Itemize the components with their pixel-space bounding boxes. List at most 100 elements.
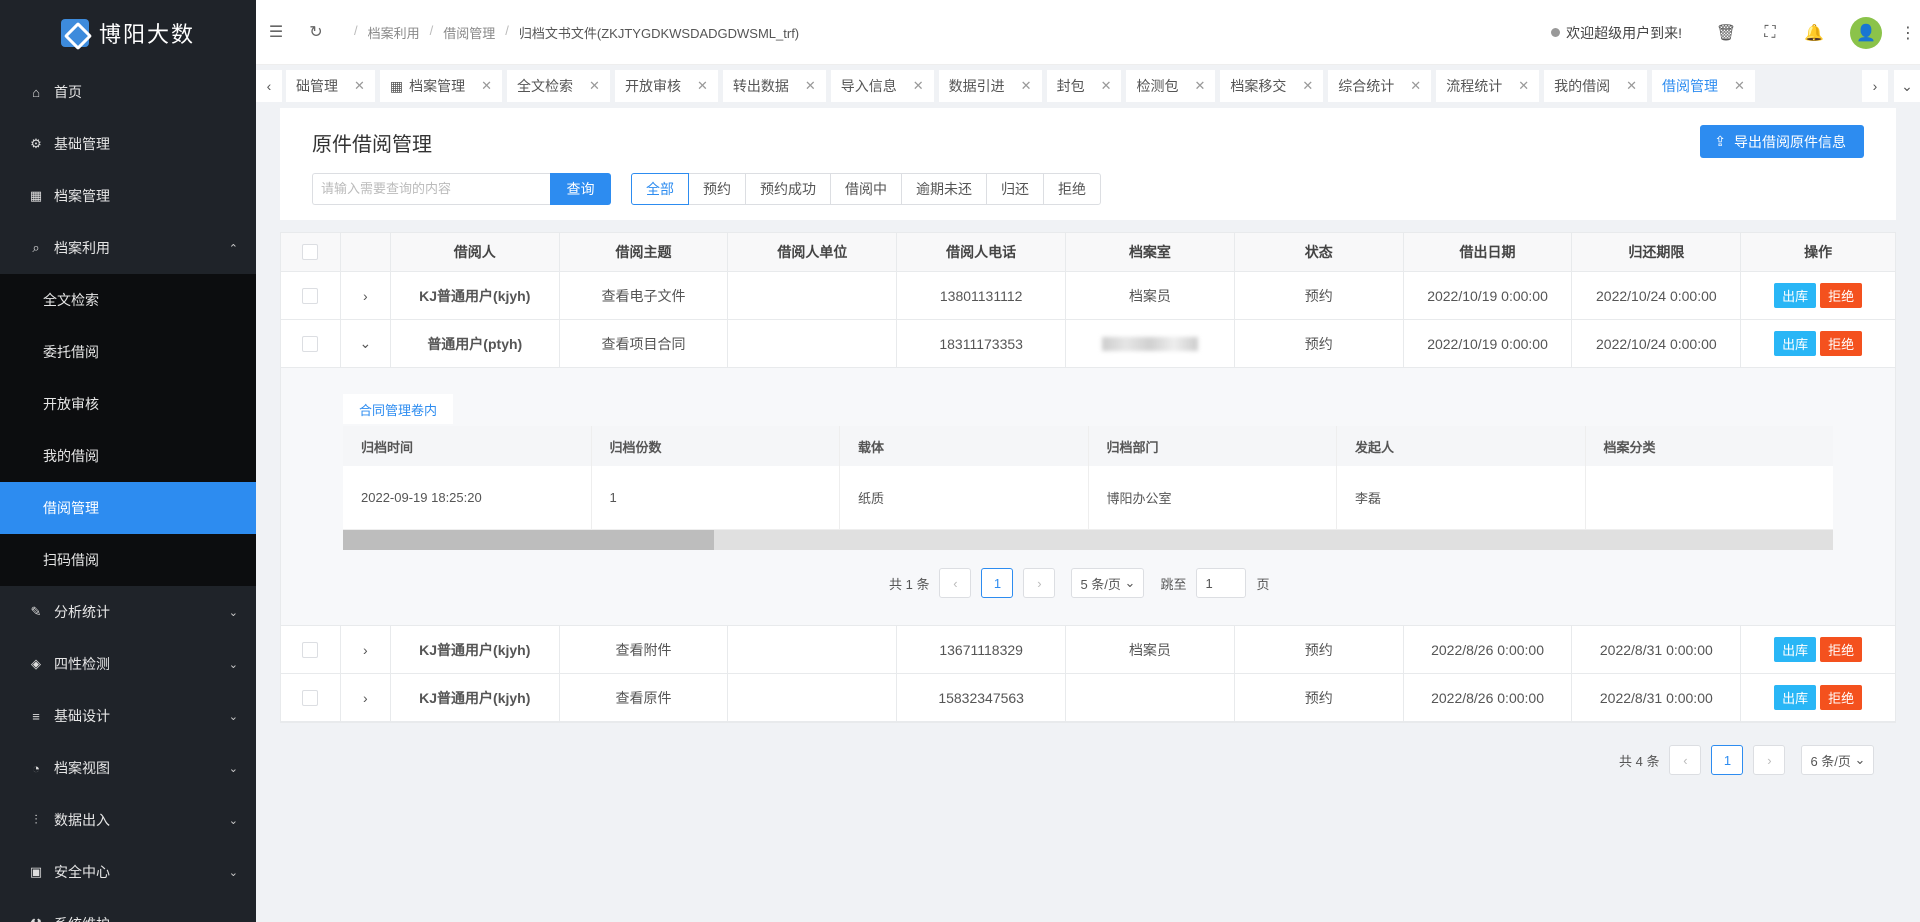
tab-3[interactable]: 开放审核 ✕ (614, 70, 718, 102)
chevron-right-icon[interactable]: › (341, 272, 391, 319)
horizontal-scrollbar[interactable] (343, 530, 1833, 550)
page-number[interactable]: 1 (981, 568, 1014, 598)
sidebar-item-5[interactable]: ◈ 四性检测 ⌄ (0, 638, 256, 690)
tab-5[interactable]: 导入信息 ✕ (830, 70, 934, 102)
breadcrumb-item[interactable]: 借阅管理 (443, 23, 495, 42)
row-checkbox[interactable] (302, 287, 319, 304)
sidebar-subitem-2[interactable]: 开放审核 (0, 378, 256, 430)
sidebar-item-3[interactable]: ⌕ 档案利用 ⌃ (0, 222, 256, 274)
sidebar-item-1[interactable]: ⚙ 基础管理 (0, 118, 256, 170)
fullscreen-icon[interactable]: ⛶ (1748, 24, 1792, 42)
jump-page-input[interactable]: 1 (1196, 568, 1247, 598)
tab-10[interactable]: 综合统计 ✕ (1328, 70, 1432, 102)
close-icon[interactable]: ✕ (1021, 78, 1032, 94)
filter-button[interactable]: 归还 (986, 173, 1044, 205)
bell-icon[interactable]: 🔔 (1792, 23, 1836, 43)
filter-button[interactable]: 拒绝 (1043, 173, 1101, 205)
tab-7[interactable]: 封包 ✕ (1046, 70, 1122, 102)
sidebar-subitem-4[interactable]: 借阅管理 (0, 482, 256, 534)
tabs-scroll-left-icon[interactable]: ‹ (256, 70, 282, 102)
menu-collapse-icon[interactable]: ☰ (256, 22, 296, 42)
filter-button[interactable]: 逾期未还 (901, 173, 987, 205)
next-page-button[interactable]: › (1023, 568, 1056, 598)
refresh-icon[interactable]: ↻ (296, 22, 336, 42)
trash-icon[interactable]: 🗑 (1704, 23, 1748, 43)
tabs-menu-chevron-icon[interactable]: ⌄ (1894, 70, 1920, 102)
prev-page-button[interactable]: ‹ (1669, 745, 1702, 775)
sidebar-item-10[interactable]: ⚒系统维护⌄ (0, 898, 256, 922)
sidebar-subitem-3[interactable]: 我的借阅 (0, 430, 256, 482)
sidebar-item-0[interactable]: ⌂ 首页 (0, 66, 256, 118)
export-button[interactable]: ⇪ 导出借阅原件信息 (1700, 125, 1864, 158)
sidebar-item-2[interactable]: ▦ 档案管理 (0, 170, 256, 222)
close-icon[interactable]: ✕ (1410, 78, 1421, 94)
breadcrumb-item[interactable]: 档案利用 (368, 23, 420, 42)
search-input[interactable]: 请输入需要查询的内容 (312, 173, 550, 205)
sidebar-subitem-0[interactable]: 全文检索 (0, 274, 256, 326)
tabs-scroll-right-icon[interactable]: › (1862, 70, 1888, 102)
table-row[interactable]: › KJ普通用户(kjyh) 查看原件 15832347563 预约 2022/… (281, 674, 1895, 722)
checkout-button[interactable]: 出库 (1774, 283, 1817, 308)
prev-page-button[interactable]: ‹ (939, 568, 972, 598)
checkout-button[interactable]: 出库 (1774, 331, 1817, 356)
tab-2[interactable]: 全文检索 ✕ (507, 70, 610, 102)
reject-button[interactable]: 拒绝 (1820, 637, 1863, 662)
chevron-right-icon[interactable]: › (341, 626, 391, 673)
sidebar-item-9[interactable]: ▣ 安全中心 ⌄ (0, 846, 256, 898)
select-all-checkbox[interactable] (302, 244, 319, 260)
tab-9[interactable]: 档案移交 ✕ (1220, 70, 1324, 102)
tab-12[interactable]: 我的借阅 ✕ (1544, 70, 1648, 102)
row-checkbox[interactable] (302, 335, 319, 352)
chevron-down-icon[interactable]: ⌄ (341, 320, 391, 367)
close-icon[interactable]: ✕ (481, 78, 492, 94)
reject-button[interactable]: 拒绝 (1820, 283, 1863, 308)
table-row[interactable]: › KJ普通用户(kjyh) 查看电子文件 13801131112 档案员 预约… (281, 272, 1895, 320)
checkout-button[interactable]: 出库 (1774, 637, 1817, 662)
tab-13[interactable]: 借阅管理 ✕ (1652, 70, 1755, 102)
page-size-select[interactable]: 5 条/页 ⌄ (1071, 568, 1145, 598)
close-icon[interactable]: ✕ (1194, 78, 1205, 94)
close-icon[interactable]: ✕ (697, 78, 708, 94)
close-icon[interactable]: ✕ (1302, 78, 1313, 94)
close-icon[interactable]: ✕ (805, 78, 816, 94)
row-checkbox[interactable] (302, 641, 319, 658)
close-icon[interactable]: ✕ (913, 78, 924, 94)
avatar[interactable]: 👤 (1850, 16, 1882, 49)
filter-button[interactable]: 全部 (631, 173, 689, 205)
page-size-select[interactable]: 6 条/页 ⌄ (1801, 745, 1875, 775)
tab-11[interactable]: 流程统计 ✕ (1436, 70, 1540, 102)
sidebar-item-8[interactable]: ⫶ 数据出入 ⌄ (0, 794, 256, 846)
sidebar-subitem-1[interactable]: 委托借阅 (0, 326, 256, 378)
filter-button[interactable]: 借阅中 (830, 173, 902, 205)
tab-4[interactable]: 转出数据 ✕ (722, 70, 826, 102)
table-row[interactable]: › KJ普通用户(kjyh) 查看附件 13671118329 档案员 预约 2… (281, 626, 1895, 674)
close-icon[interactable]: ✕ (1518, 78, 1529, 94)
tab-6[interactable]: 数据引进 ✕ (938, 70, 1042, 102)
page-number[interactable]: 1 (1711, 745, 1744, 775)
filter-button[interactable]: 预约 (688, 173, 746, 205)
tab-1[interactable]: ▦ 档案管理 ✕ (379, 70, 503, 102)
sidebar-item-4[interactable]: ✎ 分析统计 ⌄ (0, 586, 256, 638)
close-icon[interactable]: ✕ (1101, 78, 1112, 94)
next-page-button[interactable]: › (1753, 745, 1786, 775)
more-vertical-icon[interactable]: ⋮ (1896, 23, 1920, 43)
scrollbar-thumb[interactable] (343, 530, 714, 550)
tab-8[interactable]: 检测包 ✕ (1126, 70, 1216, 102)
row-checkbox[interactable] (302, 689, 319, 706)
reject-button[interactable]: 拒绝 (1820, 685, 1863, 710)
filter-button[interactable]: 预约成功 (745, 173, 831, 205)
table-row[interactable]: ⌄ 普通用户(ptyh) 查看项目合同 18311173353 预约 2022/… (281, 320, 1895, 368)
close-icon[interactable]: ✕ (354, 78, 365, 94)
checkout-button[interactable]: 出库 (1774, 685, 1817, 710)
close-icon[interactable]: ✕ (589, 78, 600, 94)
reject-button[interactable]: 拒绝 (1820, 331, 1863, 356)
query-button[interactable]: 查询 (550, 173, 611, 205)
sidebar-subitem-5[interactable]: 扫码借阅 (0, 534, 256, 586)
logo[interactable]: 博阳大数 (0, 0, 256, 66)
close-icon[interactable]: ✕ (1734, 78, 1745, 94)
chevron-right-icon[interactable]: › (341, 674, 391, 721)
sidebar-item-6[interactable]: ≡ 基础设计 ⌄ (0, 690, 256, 742)
sidebar-item-7[interactable]: ◔ 档案视图 ⌄ (0, 742, 256, 794)
close-icon[interactable]: ✕ (1626, 78, 1637, 94)
detail-tab[interactable]: 合同管理卷内 (343, 394, 454, 424)
